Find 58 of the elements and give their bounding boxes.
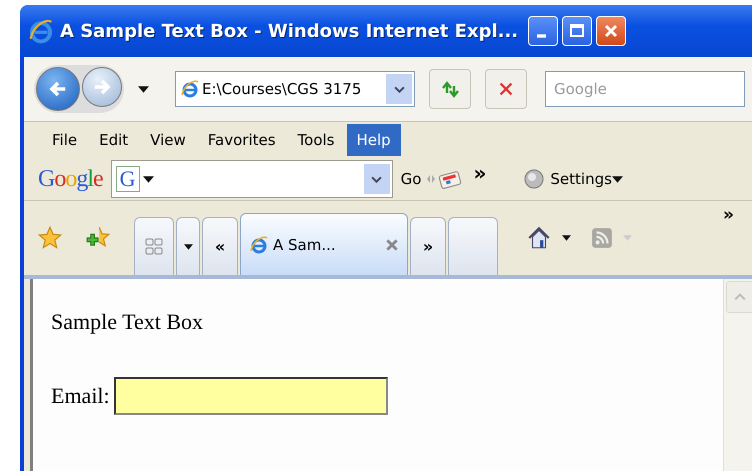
browser-logo-icon: [249, 234, 269, 254]
home-icon[interactable]: [526, 225, 552, 251]
toolbar-search-field[interactable]: G: [110, 160, 393, 198]
address-bar[interactable]: E:\Courses\CGS 3175: [175, 71, 415, 107]
dropdown-button[interactable]: [364, 164, 390, 194]
star-icon[interactable]: [38, 226, 62, 250]
menu-item[interactable]: View: [140, 124, 196, 156]
more-button[interactable]: »: [473, 161, 486, 185]
menu-item[interactable]: Favorites: [198, 124, 286, 156]
search-field[interactable]: Google: [545, 71, 745, 107]
radio-icon[interactable]: [524, 169, 544, 189]
add-favorite-icon[interactable]: [86, 226, 110, 250]
dropdown-button[interactable]: [386, 74, 412, 104]
google-logo: Google: [38, 166, 103, 192]
email-field[interactable]: [114, 377, 388, 415]
close-icon[interactable]: [385, 238, 399, 252]
scroll-right-button[interactable]: »: [410, 217, 446, 275]
menu-item[interactable]: Edit: [89, 124, 138, 156]
go-button[interactable]: Go: [400, 170, 422, 188]
browser-logo-icon: [180, 79, 200, 99]
page-heading: Sample Text Box: [51, 309, 204, 335]
caret-icon: [623, 235, 632, 241]
grip-icon: [427, 174, 436, 184]
scroll-bar[interactable]: [723, 279, 752, 471]
maximize-button[interactable]: [562, 16, 592, 46]
field-label: Email:: [51, 383, 110, 409]
menu-item[interactable]: File: [42, 124, 88, 156]
caret-icon: [184, 244, 192, 250]
menu-item[interactable]: Tools: [288, 124, 344, 156]
caret-icon[interactable]: [562, 235, 571, 241]
chevron-down-icon: [371, 176, 382, 182]
window-title: A Sample Text Box - Windows Internet Expl...: [60, 20, 518, 42]
refresh-button[interactable]: [429, 69, 471, 109]
chevron-up-icon: [734, 293, 746, 301]
caret-icon[interactable]: [142, 176, 154, 182]
caret-icon[interactable]: [612, 176, 623, 182]
back-button[interactable]: [36, 67, 80, 111]
address-field[interactable]: E:\Courses\CGS 3175: [200, 80, 386, 98]
more-button[interactable]: »: [723, 205, 734, 225]
browser-tab[interactable]: A Sam...: [240, 213, 408, 275]
close-icon: [497, 80, 515, 98]
search-menu-button[interactable]: G: [116, 166, 140, 192]
chevron-down-icon: [394, 86, 404, 92]
tab-list-button[interactable]: [176, 217, 200, 275]
scroll-left-button[interactable]: «: [202, 217, 238, 275]
menu-item[interactable]: Help: [346, 124, 401, 156]
minimize-icon: [536, 34, 546, 38]
browser-logo-icon: [28, 18, 54, 44]
quick-tabs-button[interactable]: [134, 217, 174, 275]
minimize-button[interactable]: [528, 16, 558, 46]
refresh-icon: [440, 79, 460, 99]
tab-title: A Sam...: [273, 236, 337, 254]
stop-button[interactable]: [485, 69, 527, 109]
close-button[interactable]: [596, 16, 626, 46]
settings-menu-button[interactable]: Settings: [550, 170, 612, 188]
forward-button[interactable]: [82, 67, 122, 107]
grid-icon: [144, 236, 164, 256]
caret-icon[interactable]: [138, 86, 149, 92]
